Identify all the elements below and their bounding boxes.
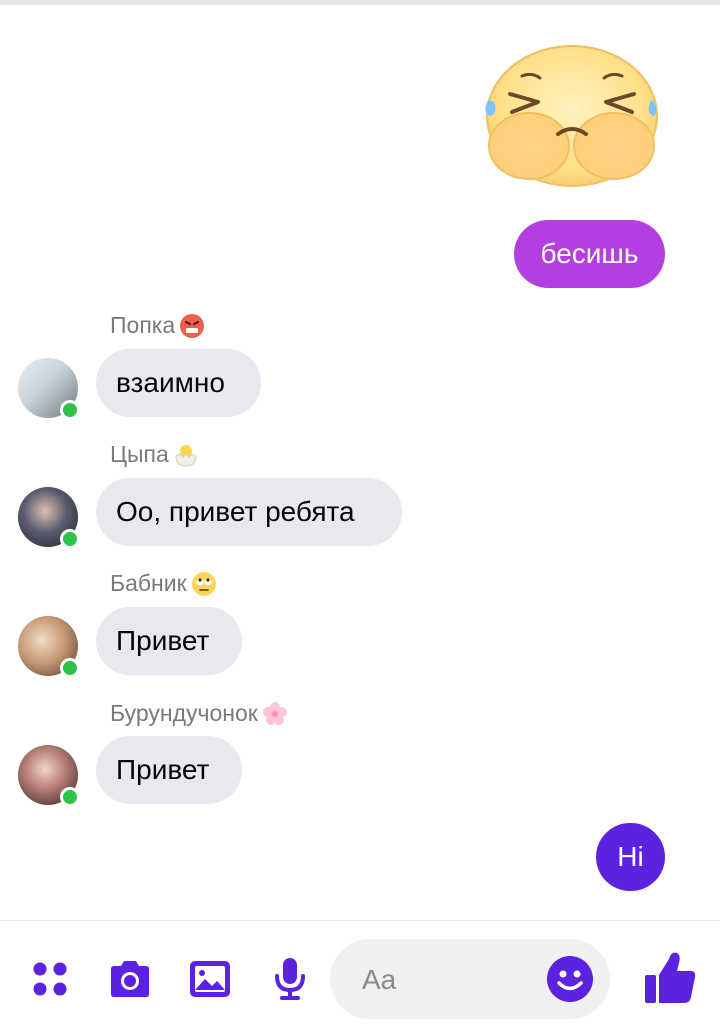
- message-text: взаимно: [116, 367, 225, 398]
- microphone-icon: [275, 958, 305, 1000]
- sender-name-text: Бурундучонок: [110, 700, 258, 726]
- voice-button[interactable]: [265, 954, 315, 1004]
- avatar-tsypa[interactable]: [18, 487, 80, 549]
- like-button[interactable]: [643, 949, 697, 1005]
- message-text: Hi: [617, 841, 644, 872]
- message-text: Привет: [116, 754, 210, 785]
- message-bubble-incoming[interactable]: Привет: [96, 736, 242, 804]
- message-input[interactable]: [360, 959, 534, 1001]
- message-composer[interactable]: [330, 939, 610, 1019]
- online-indicator: [60, 787, 80, 807]
- camera-button[interactable]: [105, 954, 155, 1004]
- message-text: бесишь: [540, 238, 639, 269]
- avatar-babnik[interactable]: [18, 616, 80, 678]
- sender-name-text: Бабник: [110, 570, 187, 596]
- online-indicator: [60, 658, 80, 678]
- online-indicator: [60, 529, 80, 549]
- avatar-burunduchonok[interactable]: [18, 745, 80, 807]
- message-bubble-outgoing[interactable]: бесишь: [514, 220, 665, 288]
- gallery-icon: [190, 961, 230, 997]
- eye-roll-emoji: [191, 571, 216, 596]
- sender-name-text: Попка: [110, 312, 176, 338]
- message-bubble-incoming[interactable]: Оо, привет ребята: [96, 478, 402, 546]
- message-text: Оо, привет ребята: [116, 496, 355, 527]
- cherry-blossom-emoji: [262, 701, 287, 725]
- message-bubble-outgoing[interactable]: Hi: [596, 823, 665, 891]
- camera-icon: [111, 961, 149, 997]
- smiley-icon[interactable]: [546, 955, 594, 1003]
- sender-name: Бабник: [110, 570, 217, 597]
- sender-name: Попка: [110, 312, 205, 339]
- message-text: Привет: [116, 625, 210, 656]
- angry-face-emoji: [180, 313, 205, 338]
- sender-name: Цыпа: [110, 441, 199, 468]
- sender-name-text: Цыпа: [110, 441, 169, 467]
- apps-icon: [33, 962, 67, 996]
- message-bubble-incoming[interactable]: взаимно: [96, 349, 261, 417]
- thumbs-up-icon: [645, 952, 696, 1003]
- hatching-chick-emoji: [175, 444, 197, 467]
- composer-bar: [0, 920, 720, 1029]
- apps-button[interactable]: [25, 954, 75, 1004]
- gallery-button[interactable]: [185, 954, 235, 1004]
- online-indicator: [60, 400, 80, 420]
- top-divider: [0, 0, 720, 5]
- avatar-popka[interactable]: [18, 358, 80, 420]
- sender-name: Бурундучонок: [110, 700, 288, 727]
- crying-face-sticker[interactable]: [474, 34, 669, 189]
- message-bubble-incoming[interactable]: Привет: [96, 607, 242, 675]
